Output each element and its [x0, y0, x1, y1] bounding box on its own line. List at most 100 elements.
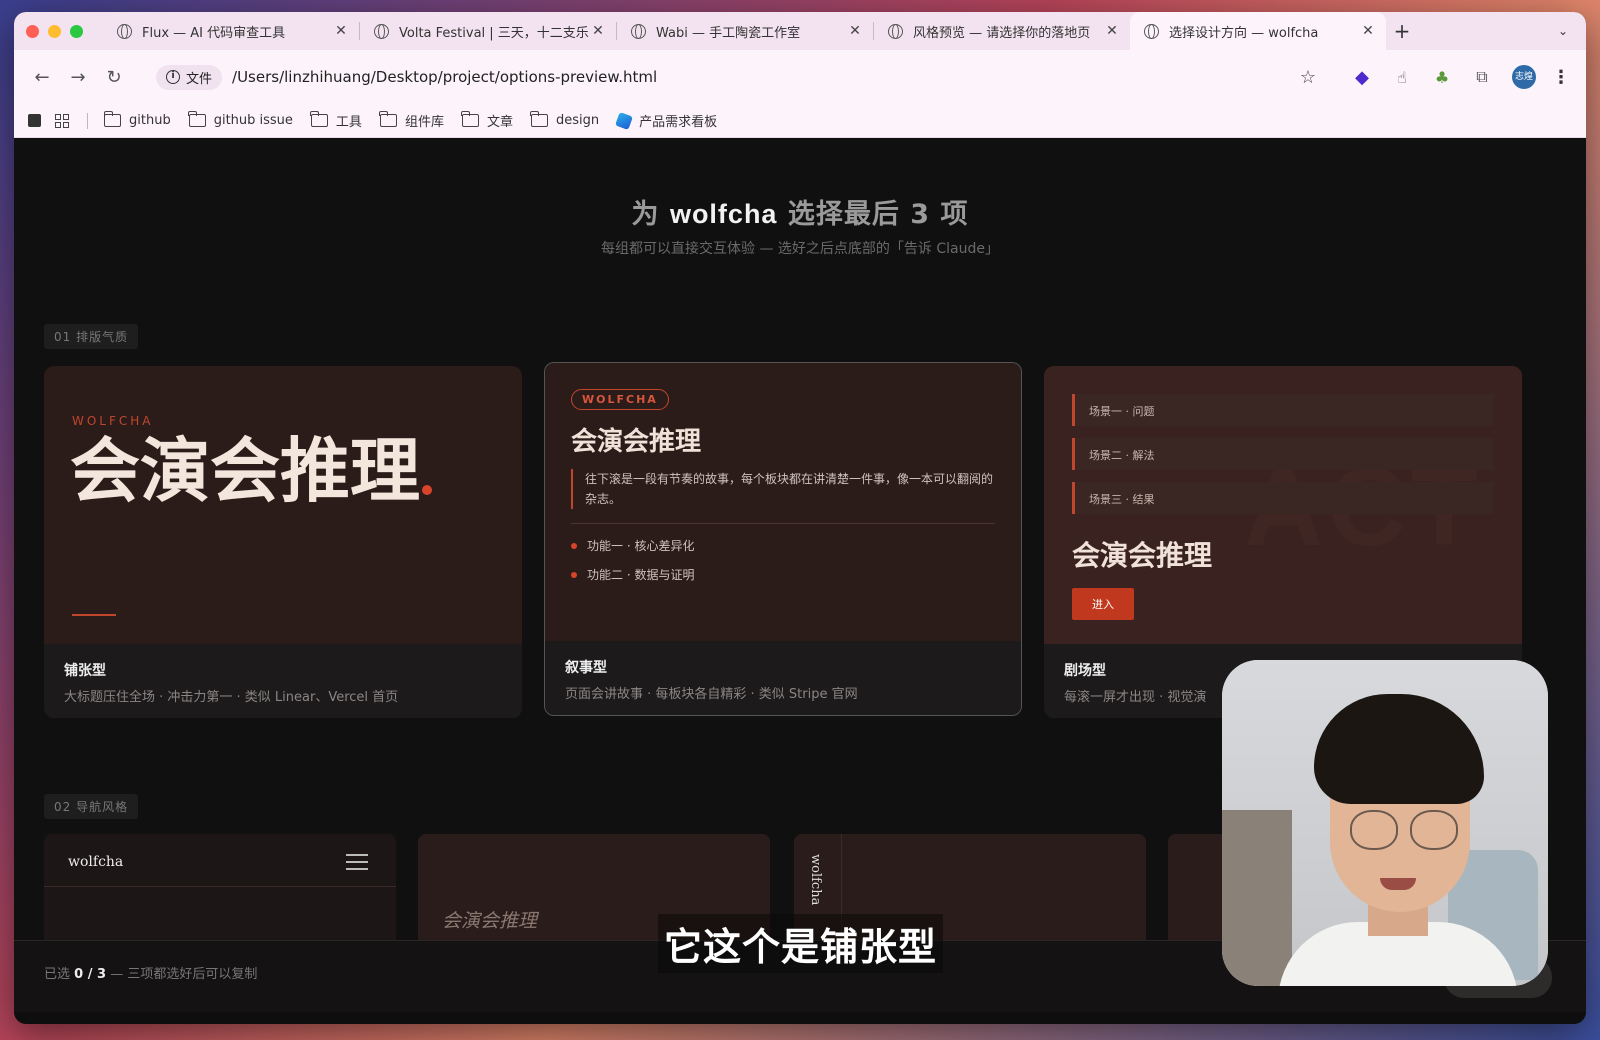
tab-volta[interactable]: Volta Festival | 三天，十二支乐 ✕	[360, 12, 616, 50]
tab-close-icon[interactable]: ✕	[333, 23, 349, 39]
forward-icon[interactable]: →	[60, 67, 96, 88]
card-description: 大标题压住全场 · 冲击力第一 · 类似 Linear、Vercel 首页	[64, 690, 399, 705]
bookmark-link[interactable]: 产品需求看板	[615, 111, 718, 130]
glasses-left-icon	[1350, 810, 1398, 850]
preview-headline: 会演会推理	[70, 430, 440, 512]
selection-hint: — 三项都选好后可以复制	[110, 967, 258, 982]
tab-strip: Flux — AI 代码审查工具 ✕ Volta Festival | 三天，十…	[14, 12, 1586, 50]
tab-flux[interactable]: Flux — AI 代码审查工具 ✕	[103, 12, 359, 50]
folder-icon	[103, 111, 121, 127]
bookmark-label: 工具	[335, 115, 362, 130]
preview-badge: WOLFCHA	[571, 389, 669, 410]
tab-close-icon[interactable]: ✕	[590, 23, 606, 39]
bookmark-label: 组件库	[404, 115, 444, 130]
folder-icon	[188, 111, 206, 127]
profile-avatar[interactable]: 志煌	[1512, 65, 1536, 89]
nav-preview-text: 会演会推理	[442, 910, 538, 932]
option-card-narrative[interactable]: WOLFCHA 会演会推理 往下滚是一段有节奏的故事，每个板块都在讲清楚一件事，…	[544, 362, 1022, 716]
section-tag-navigation: 02 导航风格	[44, 794, 139, 819]
bookmark-star-icon[interactable]: ☆	[1300, 67, 1316, 88]
tab-title: Flux — AI 代码审查工具	[142, 25, 286, 41]
folder-icon	[461, 111, 479, 127]
address-bar[interactable]: i 文件 /Users/linzhihuang/Desktop/project/…	[142, 59, 1330, 95]
nav-logo: wolfcha	[68, 854, 124, 870]
apps-grid-icon[interactable]	[55, 113, 69, 128]
window-controls	[22, 24, 103, 38]
page-title: 为 wolfcha 选择最后 3 项	[14, 192, 1586, 231]
headline-text: 会演会推理	[70, 429, 420, 512]
maximize-window-button[interactable]	[70, 24, 83, 38]
tab-title: Volta Festival | 三天，十二支乐	[399, 25, 589, 41]
back-icon[interactable]: ←	[24, 67, 60, 88]
minimize-window-button[interactable]	[48, 24, 61, 38]
video-subtitle: 它这个是铺张型	[658, 914, 944, 973]
card-name: 叙事型	[565, 660, 607, 676]
hamburger-menu-icon	[346, 854, 368, 875]
tab-close-icon[interactable]: ✕	[1104, 23, 1120, 39]
address-toolbar: ← → ↻ i 文件 /Users/linzhihuang/Desktop/pr…	[14, 50, 1586, 104]
url-text[interactable]: /Users/linzhihuang/Desktop/project/optio…	[232, 68, 1300, 86]
option-card-expansive[interactable]: WOLFCHA 会演会推理 铺张型 大标题压住全场 · 冲击力第一 · 类似 L…	[44, 366, 522, 718]
info-icon: i	[166, 70, 180, 84]
bookmark-divider	[87, 112, 88, 129]
site-info-label: 文件	[186, 71, 213, 87]
bookmarks-bar: github github issue 工具 组件库 文章 design 产品需…	[14, 104, 1586, 138]
title-brand: wolfcha	[669, 199, 778, 229]
extension-hand-icon[interactable]: ☝	[1382, 68, 1422, 87]
bookmark-folder[interactable]: design	[530, 111, 599, 128]
tab-style-preview[interactable]: 风格预览 — 请选择你的落地页 ✕	[874, 12, 1130, 50]
preview-quote: 往下滚是一段有节奏的故事，每个板块都在讲清楚一件事，像一本可以翻阅的杂志。	[571, 469, 995, 509]
preview-headline: 会演会推理	[1072, 539, 1213, 572]
folder-icon	[310, 111, 328, 127]
tab-close-icon[interactable]: ✕	[1360, 23, 1376, 39]
title-prefix: 为	[631, 199, 660, 230]
bookmark-folder[interactable]: github	[103, 111, 171, 128]
bookmark-label: 产品需求看板	[639, 115, 718, 130]
title-suffix: 选择最后 3 项	[787, 199, 969, 230]
bookmark-folder[interactable]: 文章	[461, 111, 513, 130]
extension-diamond-icon[interactable]: ◆	[1342, 67, 1382, 88]
scene-item: 场景二 · 解法	[1072, 438, 1494, 470]
sidebar-toggle-icon[interactable]	[28, 114, 41, 127]
tab-title: Wabi — 手工陶瓷工作室	[656, 25, 801, 41]
bookmark-folder[interactable]: 工具	[310, 111, 362, 130]
card-name: 铺张型	[64, 663, 106, 679]
card-footer: 叙事型 页面会讲故事 · 每板块各自精彩 · 类似 Stripe 官网	[545, 641, 1021, 715]
preview-headline: 会演会推理	[571, 427, 702, 457]
browser-menu-icon[interactable]: ⋮	[1546, 67, 1576, 88]
accent-dot	[422, 485, 432, 495]
tab-title: 风格预览 — 请选择你的落地页	[913, 25, 1091, 41]
tab-search-icon[interactable]: ⌄	[1552, 20, 1574, 42]
feature-item: 功能二 · 数据与证明	[571, 566, 694, 583]
globe-icon	[631, 23, 646, 39]
card-preview: WOLFCHA 会演会推理 往下滚是一段有节奏的故事，每个板块都在讲清楚一件事，…	[545, 363, 1021, 641]
card-footer: 铺张型 大标题压住全场 · 冲击力第一 · 类似 Linear、Vercel 首…	[44, 644, 522, 718]
scene-item: 场景一 · 问题	[1072, 394, 1494, 426]
reload-icon[interactable]: ↻	[96, 67, 132, 88]
card-description: 页面会讲故事 · 每板块各自精彩 · 类似 Stripe 官网	[565, 687, 858, 702]
globe-icon	[1144, 23, 1159, 39]
site-info-button[interactable]: i 文件	[156, 64, 223, 90]
selection-prefix: 已选	[44, 967, 71, 982]
close-window-button[interactable]	[26, 24, 39, 38]
extensions-puzzle-icon[interactable]: ⧉	[1462, 67, 1502, 87]
bookmark-label: 文章	[486, 115, 513, 130]
nav-divider	[44, 886, 396, 887]
tab-close-icon[interactable]: ✕	[847, 23, 863, 39]
selection-count: 0 / 3	[74, 967, 107, 982]
enter-button[interactable]: 进入	[1072, 588, 1134, 620]
vertical-logo: wolfcha	[808, 854, 823, 906]
tab-wabi[interactable]: Wabi — 手工陶瓷工作室 ✕	[617, 12, 873, 50]
webcam-overlay	[1222, 660, 1548, 986]
bookmark-folder[interactable]: github issue	[188, 111, 293, 128]
new-tab-button[interactable]: +	[1386, 19, 1418, 43]
extension-leaf-icon[interactable]: ♣	[1422, 68, 1462, 87]
section-tag-typography: 01 排版气质	[44, 324, 139, 349]
globe-icon	[888, 23, 903, 39]
feature-item: 功能一 · 核心差异化	[571, 537, 694, 554]
page-subtitle: 每组都可以直接交互体验 — 选好之后点底部的「告诉 Claude」	[601, 241, 999, 257]
tab-wolfcha[interactable]: 选择设计方向 — wolfcha ✕	[1130, 12, 1386, 50]
bookmark-folder[interactable]: 组件库	[379, 111, 444, 130]
tab-title: 选择设计方向 — wolfcha	[1169, 25, 1319, 41]
bookmark-label: github issue	[213, 113, 293, 128]
